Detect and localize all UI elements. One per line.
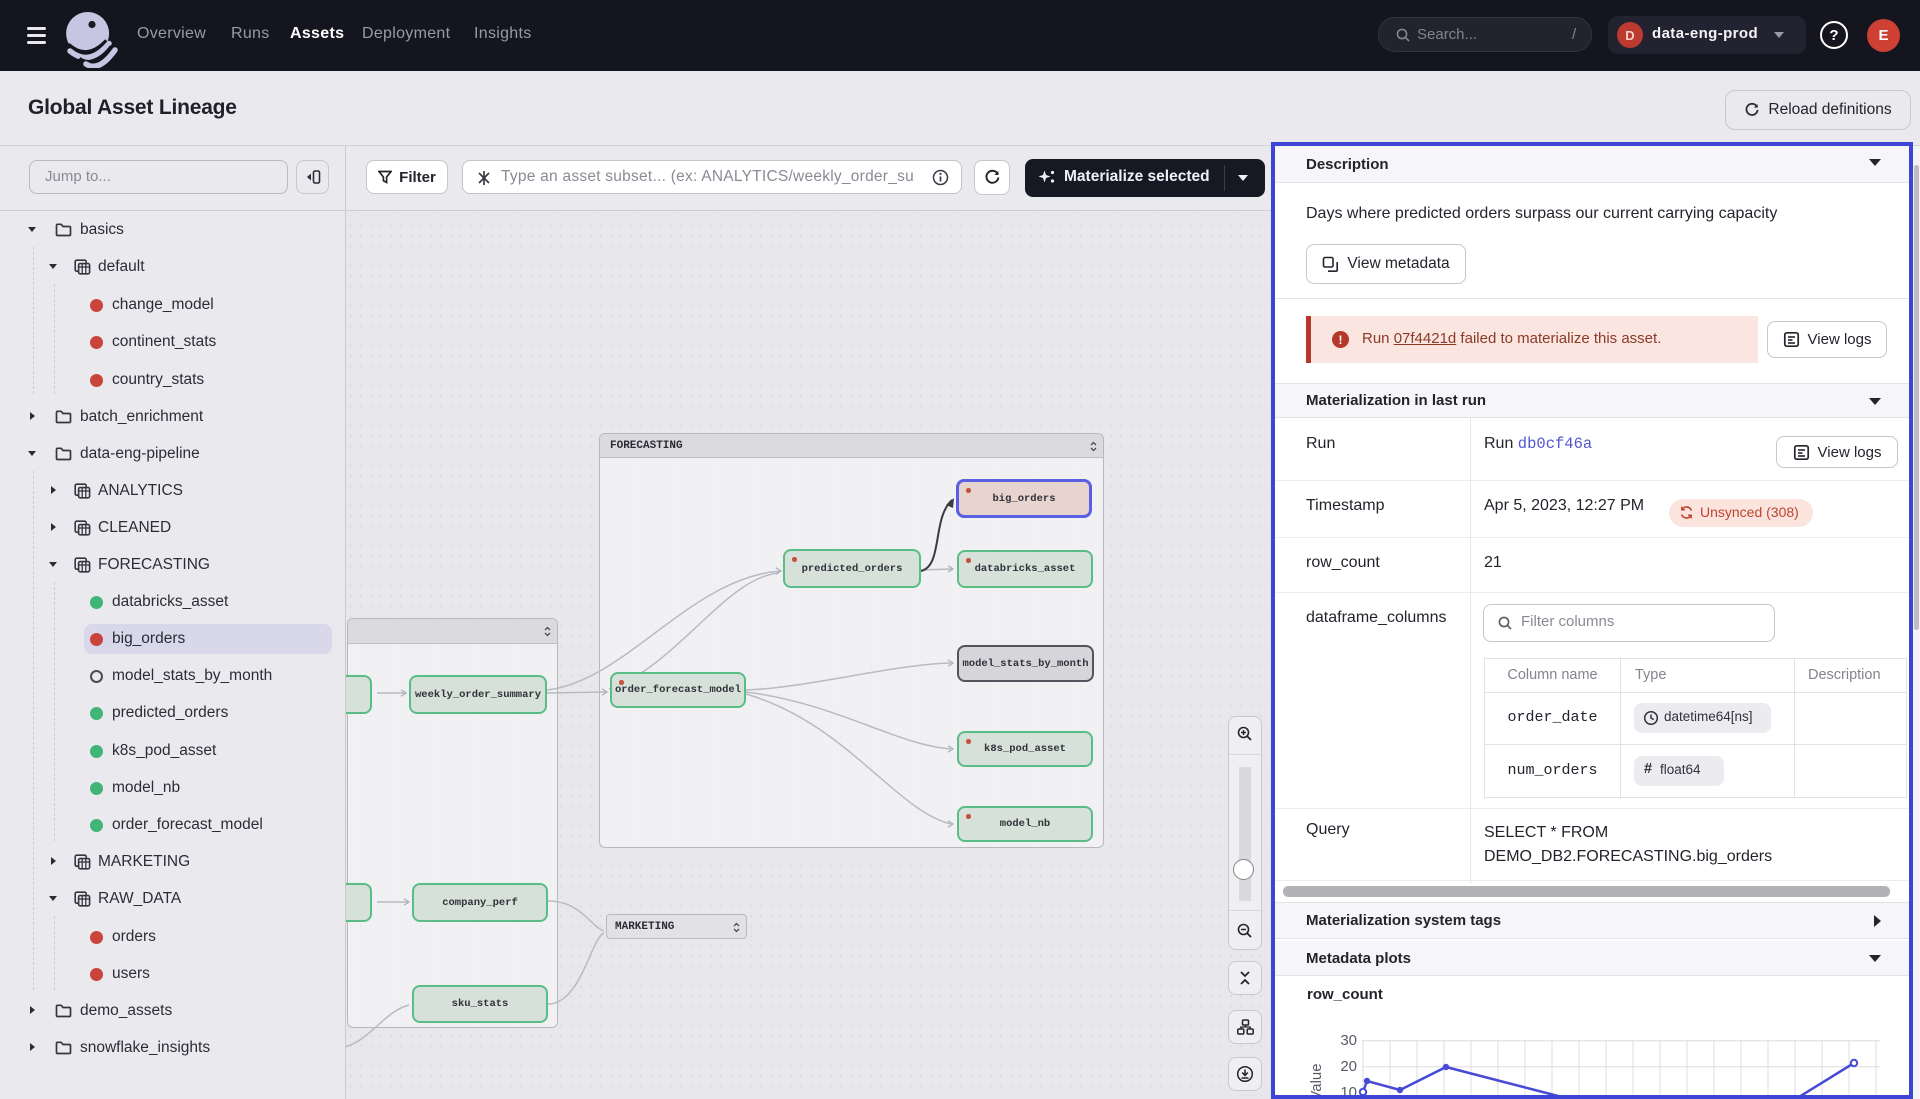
svg-text:20: 20	[1340, 1058, 1357, 1075]
svg-text:Value: Value	[1308, 1063, 1325, 1095]
svg-text:30: 30	[1340, 1032, 1357, 1049]
svg-text:10: 10	[1340, 1084, 1357, 1095]
